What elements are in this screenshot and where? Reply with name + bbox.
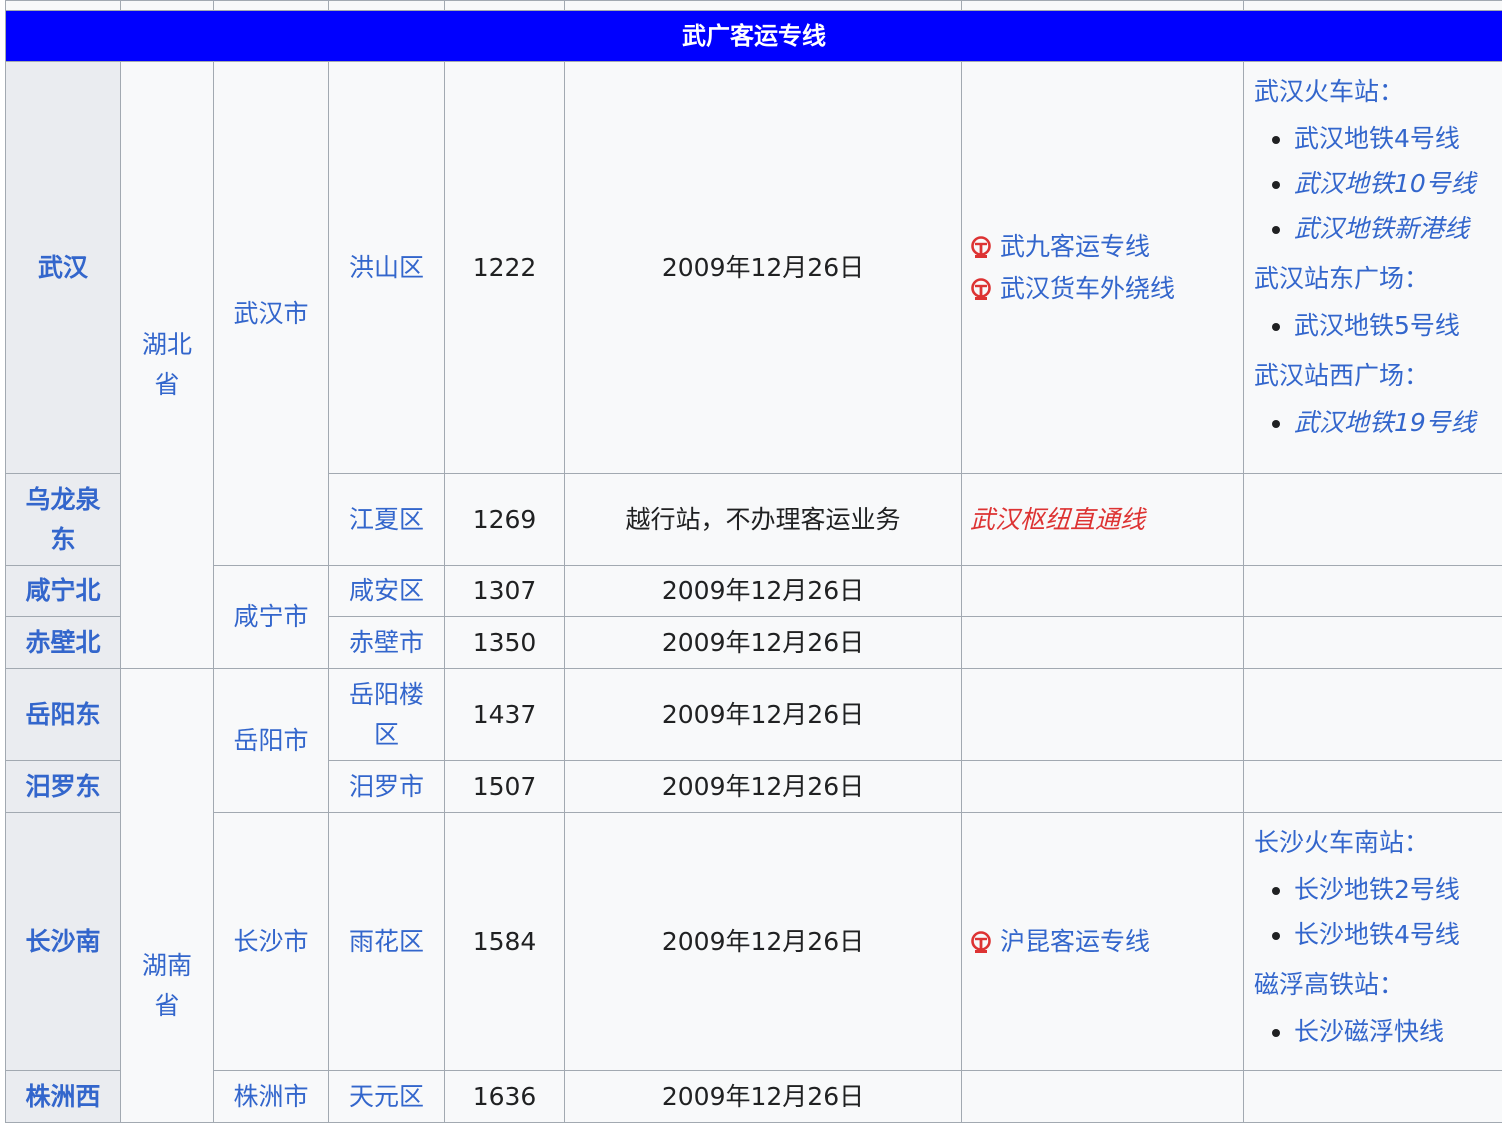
transfer-heading[interactable]: 武汉站西广场：	[1254, 354, 1492, 398]
transfer-heading[interactable]: 武汉站东广场：	[1254, 257, 1492, 301]
transfer-cell: 长沙火车南站： 长沙地铁2号线 长沙地铁4号线 磁浮高铁站： 长沙磁浮快线	[1243, 812, 1502, 1071]
transfer-cell	[1243, 616, 1502, 669]
section-title: 武广客运专线	[5, 10, 1502, 62]
opening-date: 2009年12月26日	[564, 616, 962, 669]
station-name[interactable]: 武汉	[5, 61, 121, 474]
opening-date: 2009年12月26日	[564, 1070, 962, 1123]
km-cell: 1222	[444, 61, 565, 474]
district-cell[interactable]: 汨罗市	[328, 760, 445, 813]
rail-connections	[961, 616, 1244, 669]
station-name[interactable]: 岳阳东	[5, 668, 121, 761]
transfer-cell	[1243, 565, 1502, 617]
opening-date: 越行站，不办理客运业务	[564, 473, 962, 566]
district-cell[interactable]: 咸安区	[328, 565, 445, 617]
previous-row-bottom	[5, 0, 1502, 11]
transfer-cell	[1243, 668, 1502, 761]
opening-date: 2009年12月26日	[564, 760, 962, 813]
opening-date: 2009年12月26日	[564, 61, 962, 474]
province-cell[interactable]: 湖南省	[120, 668, 214, 1123]
station-name[interactable]: 咸宁北	[5, 565, 121, 617]
district-cell[interactable]: 洪山区	[328, 61, 445, 474]
rail-connections	[961, 668, 1244, 761]
city-cell[interactable]: 长沙市	[213, 812, 329, 1071]
rail-connection[interactable]: 沪昆客运专线	[970, 921, 1235, 963]
rail-connections: 武九客运专线 武汉货车外绕线	[961, 61, 1244, 474]
stations-table-container: 武广客运专线 武汉 湖北省 武汉市 洪山区 1222 2009年12月26日 武…	[5, 0, 1502, 1124]
opening-date: 2009年12月26日	[564, 565, 962, 617]
district-cell[interactable]: 赤壁市	[328, 616, 445, 669]
station-name[interactable]: 汨罗东	[5, 760, 121, 813]
metro-line-link[interactable]: 长沙地铁2号线	[1294, 867, 1492, 912]
city-cell[interactable]: 咸宁市	[213, 565, 329, 669]
district-cell[interactable]: 天元区	[328, 1070, 445, 1123]
station-name[interactable]: 赤壁北	[5, 616, 121, 669]
rail-connection[interactable]: 武汉货车外绕线	[970, 268, 1235, 310]
rail-connections	[961, 1070, 1244, 1123]
city-cell[interactable]: 武汉市	[213, 61, 329, 566]
transfer-heading[interactable]: 武汉火车站：	[1254, 70, 1492, 114]
km-cell: 1269	[444, 473, 565, 566]
metro-line-link[interactable]: 武汉地铁4号线	[1294, 116, 1492, 161]
metro-line-link[interactable]: 长沙磁浮快线	[1294, 1009, 1492, 1054]
table-row: 咸宁北 咸宁市 咸安区 1307 2009年12月26日	[5, 565, 1502, 669]
transfer-heading[interactable]: 磁浮高铁站：	[1254, 963, 1492, 1007]
metro-line-link[interactable]: 长沙地铁4号线	[1294, 912, 1492, 957]
station-name[interactable]: 长沙南	[5, 812, 121, 1071]
transfer-cell	[1243, 473, 1502, 566]
transfer-list: 武汉地铁19号线	[1254, 400, 1492, 445]
district-cell[interactable]: 岳阳楼区	[328, 668, 445, 761]
metro-line-link[interactable]: 武汉地铁新港线	[1294, 206, 1492, 251]
transfer-heading[interactable]: 长沙火车南站：	[1254, 821, 1492, 865]
km-cell: 1584	[444, 812, 565, 1071]
km-cell: 1507	[444, 760, 565, 813]
transfer-cell: 武汉火车站： 武汉地铁4号线 武汉地铁10号线 武汉地铁新港线 武汉站东广场： …	[1243, 61, 1502, 474]
transfer-cell	[1243, 1070, 1502, 1123]
km-cell: 1350	[444, 616, 565, 669]
km-cell: 1437	[444, 668, 565, 761]
transfer-list: 长沙磁浮快线	[1254, 1009, 1492, 1054]
table-row: 株洲西 株洲市 天元区 1636 2009年12月26日	[5, 1070, 1502, 1123]
transfer-list: 武汉地铁4号线 武汉地铁10号线 武汉地铁新港线	[1254, 116, 1492, 251]
km-cell: 1307	[444, 565, 565, 617]
rail-connections: 沪昆客运专线	[961, 812, 1244, 1071]
stations-table: 武广客运专线 武汉 湖北省 武汉市 洪山区 1222 2009年12月26日 武…	[5, 0, 1502, 1123]
china-railway-icon	[971, 930, 991, 953]
china-railway-icon	[971, 235, 991, 258]
rail-connections	[961, 760, 1244, 813]
station-name[interactable]: 株洲西	[5, 1070, 121, 1123]
city-cell[interactable]: 岳阳市	[213, 668, 329, 813]
city-cell[interactable]: 株洲市	[213, 1070, 329, 1123]
china-railway-icon	[971, 277, 991, 300]
rail-connection-redlink[interactable]: 武汉枢纽直通线	[970, 505, 1145, 534]
metro-line-link[interactable]: 武汉地铁19号线	[1294, 400, 1492, 445]
metro-line-link[interactable]: 武汉地铁10号线	[1294, 161, 1492, 206]
opening-date: 2009年12月26日	[564, 668, 962, 761]
transfer-list: 武汉地铁5号线	[1254, 303, 1492, 348]
district-cell[interactable]: 江夏区	[328, 473, 445, 566]
transfer-list: 长沙地铁2号线 长沙地铁4号线	[1254, 867, 1492, 957]
transfer-cell	[1243, 760, 1502, 813]
district-cell[interactable]: 雨花区	[328, 812, 445, 1071]
table-row: 武汉 湖北省 武汉市 洪山区 1222 2009年12月26日 武九客运专线 武…	[5, 61, 1502, 669]
province-cell[interactable]: 湖北省	[120, 61, 214, 669]
station-name[interactable]: 乌龙泉东	[5, 473, 121, 566]
metro-line-link[interactable]: 武汉地铁5号线	[1294, 303, 1492, 348]
rail-connections: 武汉枢纽直通线	[961, 473, 1244, 566]
rail-connections	[961, 565, 1244, 617]
km-cell: 1636	[444, 1070, 565, 1123]
table-row: 岳阳东 湖南省 岳阳市 岳阳楼区 1437 2009年12月26日	[5, 668, 1502, 1123]
section-header-row: 武广客运专线	[5, 10, 1502, 62]
opening-date: 2009年12月26日	[564, 812, 962, 1071]
rail-connection[interactable]: 武九客运专线	[970, 226, 1235, 268]
table-row: 长沙南 长沙市 雨花区 1584 2009年12月26日 沪昆客运专线 长沙火车…	[5, 812, 1502, 1071]
